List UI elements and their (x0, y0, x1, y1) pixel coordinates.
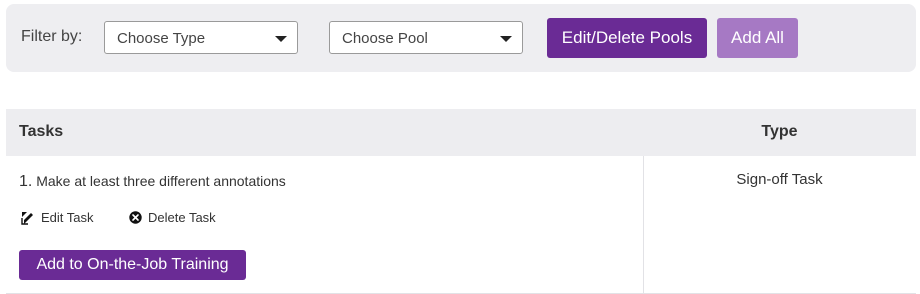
delete-task-label: Delete Task (148, 210, 216, 225)
pool-select-value: Choose Pool (342, 30, 428, 47)
delete-task-link[interactable]: Delete Task (129, 210, 216, 225)
edit-icon (21, 211, 35, 225)
task-title: 1. Make at least three different annotat… (19, 173, 286, 191)
header-tasks: Tasks (19, 123, 64, 140)
task-title-text: Make at least three different annotation… (36, 173, 286, 189)
edit-delete-pools-button[interactable]: Edit/Delete Pools (547, 18, 707, 58)
filter-bar: Filter by: Choose Type Choose Pool Edit/… (6, 4, 916, 72)
edit-task-link[interactable]: Edit Task (21, 210, 94, 225)
type-select-value: Choose Type (117, 30, 206, 47)
chevron-down-icon (275, 36, 287, 42)
type-select[interactable]: Choose Type (104, 21, 298, 54)
pool-select[interactable]: Choose Pool (329, 21, 523, 54)
delete-icon (129, 211, 142, 224)
add-all-button[interactable]: Add All (717, 18, 798, 58)
table-row: 1. Make at least three different annotat… (6, 156, 916, 294)
tasks-table: Tasks Type 1. Make at least three differ… (6, 109, 916, 294)
edit-task-label: Edit Task (41, 210, 94, 225)
task-number: 1. (19, 173, 33, 190)
filter-label: Filter by: (21, 28, 83, 45)
task-type: Sign-off Task (736, 171, 823, 188)
add-to-ojt-button[interactable]: Add to On-the-Job Training (19, 250, 246, 280)
header-type: Type (761, 123, 798, 140)
table-header: Tasks Type (6, 109, 916, 156)
chevron-down-icon (500, 36, 512, 42)
